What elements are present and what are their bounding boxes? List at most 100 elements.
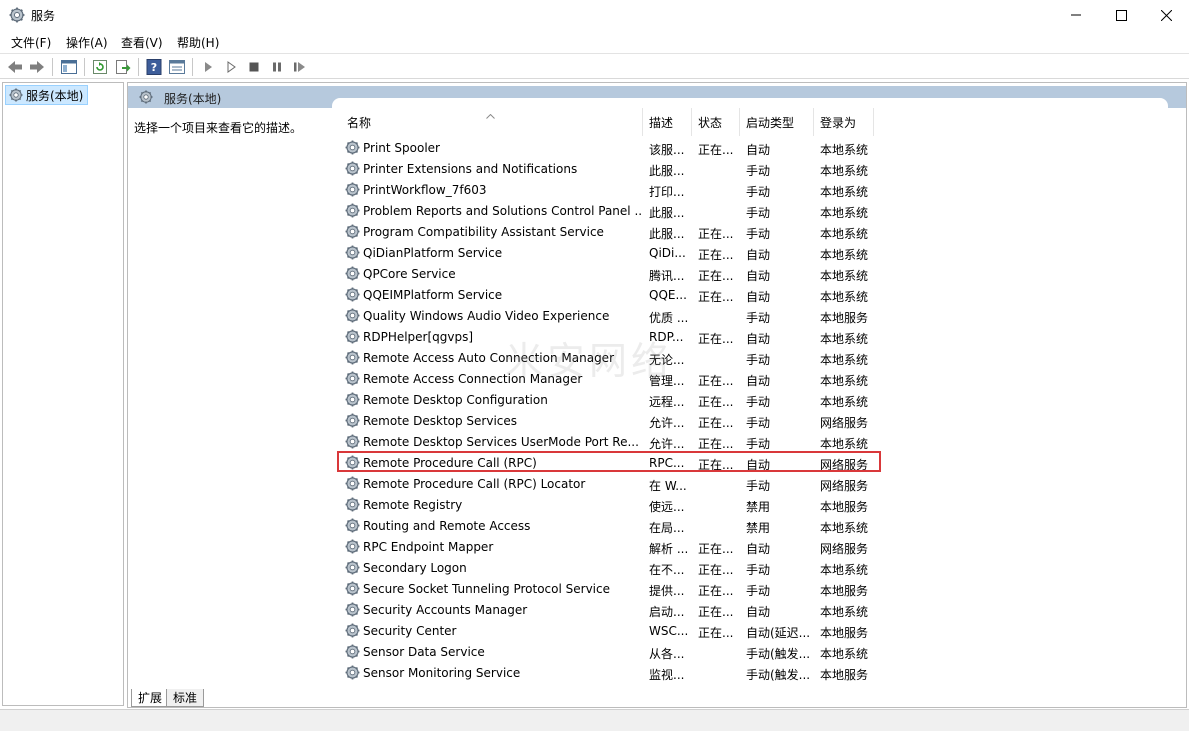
help-icon: ? [146, 59, 162, 75]
service-row[interactable]: QQEIMPlatform Service QQE... 正在... 自动 本地系统 [341, 285, 1171, 306]
start-service-alt-button[interactable] [222, 58, 240, 76]
menu-view[interactable]: 查看(V) [121, 34, 163, 51]
column-status[interactable]: 状态 [692, 108, 740, 136]
service-row[interactable]: Remote Desktop Services UserMode Port Re… [341, 432, 1171, 453]
tab-extended[interactable]: 扩展 [131, 689, 170, 707]
service-gear-icon [345, 140, 360, 155]
service-logon-as: 本地服务 [820, 668, 869, 682]
service-name: Program Compatibility Assistant Service [363, 225, 604, 239]
service-gear-icon [345, 497, 360, 512]
column-startup-type[interactable]: 启动类型 [740, 108, 814, 136]
service-name: Quality Windows Audio Video Experience [363, 309, 610, 323]
service-name: Remote Access Connection Manager [363, 372, 583, 386]
service-logon-as: 本地系统 [820, 332, 869, 346]
service-description: WSC... [649, 624, 689, 638]
service-row[interactable]: Sensor Monitoring Service 监视... 手动(触发... 本地… [341, 663, 1171, 684]
service-name: PrintWorkflow_7f603 [363, 183, 487, 197]
toolbar-separator [138, 58, 139, 76]
tree-item-services-local[interactable]: 服务(本地) [5, 85, 89, 105]
service-name: QPCore Service [363, 267, 456, 281]
stop-service-button[interactable] [245, 58, 263, 76]
toolbar-separator [192, 58, 193, 76]
service-row[interactable]: Remote Access Auto Connection Manager 无论.… [341, 348, 1171, 369]
refresh-button[interactable] [91, 58, 109, 76]
export-list-button[interactable] [114, 58, 132, 76]
service-gear-icon [345, 308, 360, 323]
service-startup-type: 自动 [746, 143, 771, 157]
forward-button[interactable] [28, 58, 46, 76]
service-row[interactable]: Routing and Remote Access 在局... 禁用 本地系统 [341, 516, 1171, 537]
menu-file[interactable]: 文件(F) [11, 34, 51, 51]
menu-action[interactable]: 操作(A) [66, 34, 108, 51]
pane-header: 服务(本地) [128, 86, 1186, 108]
service-row[interactable]: Security Center WSC... 正在... 自动(延迟... 本地服务 [341, 621, 1171, 642]
close-button[interactable] [1143, 0, 1189, 30]
service-row[interactable]: RDPHelper[qgvps] RDP... 正在... 自动 本地系统 [341, 327, 1171, 348]
service-row[interactable]: Secure Socket Tunneling Protocol Service… [341, 579, 1171, 600]
start-service-button[interactable] [199, 58, 217, 76]
service-row[interactable]: Secondary Logon 在不... 正在... 手动 本地系统 [341, 558, 1171, 579]
service-row[interactable]: PrintWorkflow_7f603 打印... 手动 本地系统 [341, 180, 1171, 201]
service-row[interactable]: Print Spooler 该服... 正在... 自动 本地系统 [341, 138, 1171, 159]
service-gear-icon [345, 287, 360, 302]
maximize-button[interactable] [1098, 0, 1144, 30]
tab-standard[interactable]: 标准 [166, 689, 205, 707]
service-row[interactable]: Remote Access Connection Manager 管理... 正在.… [341, 369, 1171, 390]
service-startup-type: 手动 [746, 416, 771, 430]
service-description: 打印... [649, 185, 685, 199]
service-logon-as: 本地系统 [820, 290, 869, 304]
service-startup-type: 自动 [746, 269, 771, 283]
stop-icon [249, 62, 259, 72]
service-startup-type: 手动 [746, 353, 771, 367]
service-row[interactable]: Remote Registry 使远... 禁用 本地服务 [341, 495, 1171, 516]
service-row[interactable]: Remote Desktop Services 允许... 正在... 手动 网络服务 [341, 411, 1171, 432]
service-description: 从各... [649, 647, 685, 661]
status-bar [0, 709, 1189, 731]
services-list: 名称 描述 状态 启动类型 登录为 Print Spooler 该服... 正在..… [341, 108, 1186, 688]
service-status: 正在... [698, 458, 734, 472]
pause-icon [273, 62, 281, 72]
service-startup-type: 手动 [746, 164, 771, 178]
maximize-icon [1115, 9, 1127, 21]
column-name[interactable]: 名称 [341, 108, 643, 136]
column-description[interactable]: 描述 [643, 108, 692, 136]
close-icon [1160, 9, 1172, 21]
service-row[interactable]: Printer Extensions and Notifications 此服..… [341, 159, 1171, 180]
minimize-button[interactable] [1053, 0, 1099, 30]
service-gear-icon [345, 644, 360, 659]
service-status: 正在... [698, 269, 734, 283]
service-row[interactable]: RPC Endpoint Mapper 解析 ... 正在... 自动 网络服务 [341, 537, 1171, 558]
service-startup-type: 手动 [746, 563, 771, 577]
service-row[interactable]: Problem Reports and Solutions Control Pa… [341, 201, 1171, 222]
service-logon-as: 本地系统 [820, 437, 869, 451]
service-description: 解析 ... [649, 542, 689, 556]
service-description: 该服... [649, 143, 685, 157]
service-row[interactable]: Sensor Data Service 从各... 手动(触发... 本地系统 [341, 642, 1171, 663]
service-status: 正在... [698, 227, 734, 241]
service-row[interactable]: Quality Windows Audio Video Experience 优质… [341, 306, 1171, 327]
menu-bar: 文件(F) 操作(A) 查看(V) 帮助(H) [0, 30, 1189, 52]
service-row[interactable]: Remote Procedure Call (RPC) Locator 在 W..… [341, 474, 1171, 495]
service-row[interactable]: QPCore Service 腾讯... 正在... 自动 本地系统 [341, 264, 1171, 285]
service-logon-as: 本地服务 [820, 500, 869, 514]
service-description: 使远... [649, 500, 685, 514]
service-row[interactable]: Remote Procedure Call (RPC) RPC... 正在... 自动… [341, 453, 1171, 474]
service-gear-icon [345, 455, 360, 470]
service-name: Remote Desktop Services [363, 414, 518, 428]
service-name: QQEIMPlatform Service [363, 288, 503, 302]
service-row[interactable]: QiDianPlatform Service QiDi... 正在... 自动 本地系统 [341, 243, 1171, 264]
service-row[interactable]: Remote Desktop Configuration 远程... 正在... 手动… [341, 390, 1171, 411]
menu-help[interactable]: 帮助(H) [177, 34, 219, 51]
pause-service-button[interactable] [268, 58, 286, 76]
service-row[interactable]: Program Compatibility Assistant Service 此… [341, 222, 1171, 243]
column-logon-as[interactable]: 登录为 [814, 108, 874, 136]
service-row[interactable]: Security Accounts Manager 启动... 正在... 自动 本地系… [341, 600, 1171, 621]
back-button[interactable] [6, 58, 24, 76]
service-description: 允许... [649, 437, 685, 451]
service-startup-type: 自动 [746, 332, 771, 346]
service-description: 腾讯... [649, 269, 685, 283]
help-button[interactable]: ? [145, 58, 163, 76]
properties-button[interactable] [168, 58, 186, 76]
show-hide-console-tree-button[interactable] [60, 58, 78, 76]
restart-service-button[interactable] [291, 58, 309, 76]
